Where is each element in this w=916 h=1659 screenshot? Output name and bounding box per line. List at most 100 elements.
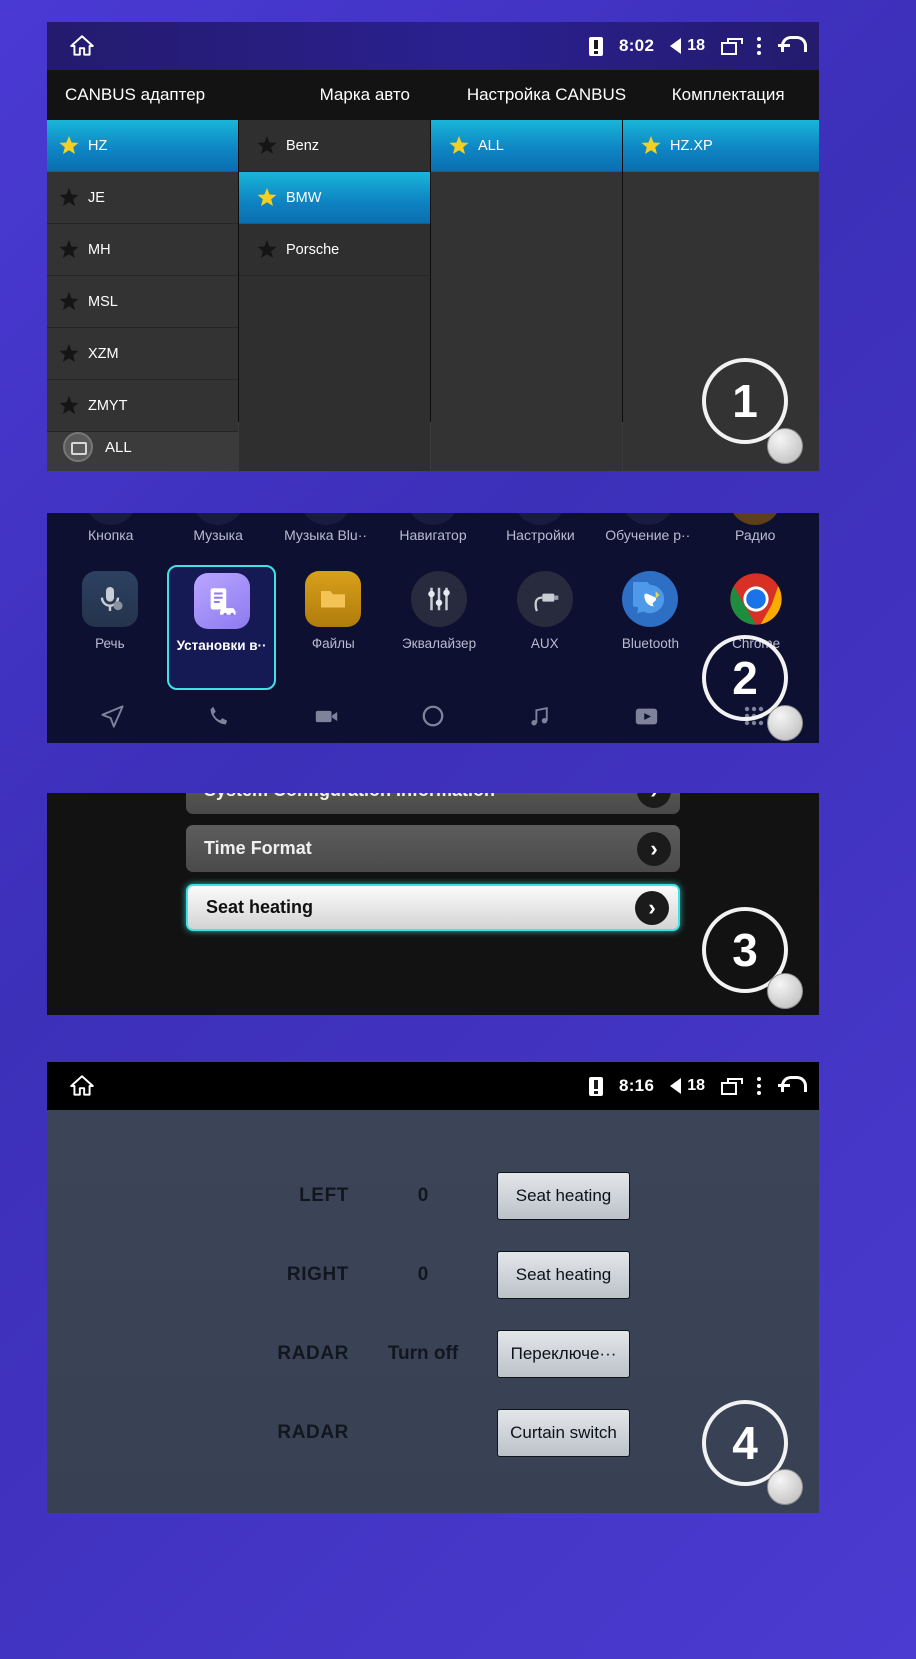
list-item-label: MSL	[88, 293, 118, 310]
list-item[interactable]: ZMYT	[47, 380, 238, 432]
list-item[interactable]: HZ.XP	[623, 120, 819, 172]
video-icon[interactable]	[593, 703, 700, 730]
car-settings-icon	[193, 573, 250, 629]
tab-canbus-setup[interactable]: Настройка CANBUS	[456, 70, 638, 120]
app-label-navigator: Навигатор	[399, 527, 467, 543]
overflow-menu-icon[interactable]	[757, 1077, 761, 1095]
star-icon	[449, 136, 469, 155]
app-bluetooth[interactable]: Bluetooth	[598, 565, 704, 690]
selection-columns: HZ JE MH MSL XZM ZMYT Benz BMW Porsche A…	[47, 120, 819, 471]
canbus-adapter-screen: 8:02 18 CANBUS адаптер Марка авто Настро…	[47, 22, 819, 471]
table-row: RADAR Turn off Переключе···	[47, 1315, 819, 1394]
sd-card-icon	[588, 1076, 603, 1096]
phone-icon[interactable]	[166, 703, 273, 729]
status-bar: 8:02 18	[47, 22, 819, 70]
row-label: RIGHT	[286, 1264, 349, 1285]
app-label: Bluetooth	[621, 636, 679, 651]
star-icon	[59, 188, 79, 207]
volume-icon	[670, 1078, 682, 1094]
volume-level: 18	[687, 37, 705, 54]
row-label: RADAR	[277, 1422, 349, 1443]
partial-icons-row	[47, 513, 819, 527]
star-icon	[59, 396, 79, 415]
music-note-icon[interactable]	[486, 704, 593, 729]
list-item[interactable]: Benz	[239, 120, 430, 172]
column-empty-area	[431, 172, 622, 471]
circle-icon[interactable]	[380, 703, 487, 729]
bottom-bar-label: ALL	[105, 438, 132, 456]
column-empty-area	[239, 276, 430, 471]
recents-icon[interactable]	[721, 37, 743, 55]
list-item-label: HZ.XP	[670, 137, 713, 154]
column-canbus-setup-list: ALL	[431, 120, 623, 471]
status-time: 8:16	[618, 1076, 655, 1095]
app-label-radio: Радио	[735, 527, 776, 543]
dock-bar	[47, 690, 819, 742]
tab-canbus-adapter[interactable]: CANBUS адаптер	[47, 70, 274, 120]
overflow-menu-icon[interactable]	[757, 37, 761, 55]
row-label: RADAR	[277, 1343, 349, 1364]
app-label: Установки в··	[176, 638, 267, 653]
list-item-label: JE	[88, 189, 105, 206]
curtain-switch-button[interactable]: Curtain switch	[497, 1409, 630, 1457]
list-item[interactable]: JE	[47, 172, 238, 224]
seat-heating-screen: 8:16 18 LEFT 0 Seat heating RIGHT 0 Seat…	[47, 1062, 819, 1513]
chevron-right-icon: ›	[635, 890, 669, 925]
star-icon	[257, 136, 277, 155]
setting-row-seat-heating[interactable]: Seat heating ›	[186, 884, 680, 931]
home-icon[interactable]	[69, 33, 95, 59]
app-aux[interactable]: AUX	[492, 565, 598, 690]
home-icon[interactable]	[69, 1073, 95, 1099]
recents-icon[interactable]	[721, 1077, 743, 1095]
row-value: 0	[417, 1185, 429, 1206]
seat-heating-right-button[interactable]: Seat heating	[497, 1251, 630, 1299]
back-icon[interactable]	[777, 36, 807, 56]
chevron-right-icon: ›	[637, 793, 671, 808]
list-item[interactable]: BMW	[239, 172, 430, 224]
aux-plug-icon	[516, 571, 573, 627]
star-icon	[59, 344, 79, 363]
list-item[interactable]: HZ	[47, 120, 238, 172]
camera-icon[interactable]	[273, 703, 380, 730]
star-icon	[641, 136, 661, 155]
screenshot-knob	[767, 428, 803, 464]
tab-equipment[interactable]: Комплектация	[637, 70, 819, 120]
app-car-settings[interactable]: Установки в··	[166, 565, 277, 690]
app-speech[interactable]: Речь	[57, 565, 163, 690]
list-item-label: HZ	[88, 137, 108, 154]
chevron-right-icon: ›	[637, 831, 671, 866]
list-item[interactable]: Porsche	[239, 224, 430, 276]
app-equalizer[interactable]: Эквалайзер	[386, 565, 492, 690]
app-label-bluetooth-music: Музыка Blu··	[284, 527, 368, 543]
star-icon	[59, 136, 79, 155]
list-item[interactable]: XZM	[47, 328, 238, 380]
folder-icon	[305, 571, 362, 627]
setting-row-time-format[interactable]: Time Format ›	[186, 825, 680, 872]
radar-switch-button[interactable]: Переключе···	[497, 1330, 630, 1378]
list-item[interactable]: MH	[47, 224, 238, 276]
equalizer-icon	[411, 571, 468, 627]
setting-row-system-config[interactable]: System Configuration Information ›	[186, 793, 680, 814]
setting-row-label: System Configuration Information	[204, 793, 495, 801]
tab-bar: CANBUS адаптер Марка авто Настройка CANB…	[47, 70, 819, 120]
row-value: 0	[417, 1264, 429, 1285]
screenshot-knob	[767, 1469, 803, 1505]
app-files[interactable]: Файлы	[280, 565, 386, 690]
setting-row-label: Seat heating	[206, 897, 314, 917]
seat-heating-left-button[interactable]: Seat heating	[497, 1172, 630, 1220]
app-label-knopka: Кнопка	[87, 527, 134, 543]
list-item[interactable]: MSL	[47, 276, 238, 328]
launcher-screen: Кнопка Музыка Музыка Blu·· Навигатор Нас…	[47, 513, 819, 743]
star-icon	[257, 240, 277, 259]
app-label: Речь	[95, 636, 125, 651]
list-item[interactable]: ALL	[431, 120, 622, 172]
app-labels-row-top: Кнопка Музыка Музыка Blu·· Навигатор Нас…	[47, 527, 819, 565]
setting-row-label: Time Format	[204, 838, 312, 858]
tab-car-brand[interactable]: Марка авто	[274, 70, 456, 120]
navigation-icon[interactable]	[59, 703, 166, 730]
app-label: Файлы	[311, 636, 355, 651]
back-icon[interactable]	[777, 1076, 807, 1096]
column-adapter-list: HZ JE MH MSL XZM ZMYT	[47, 120, 239, 432]
volume-icon	[670, 38, 682, 54]
chrome-icon	[728, 571, 784, 627]
